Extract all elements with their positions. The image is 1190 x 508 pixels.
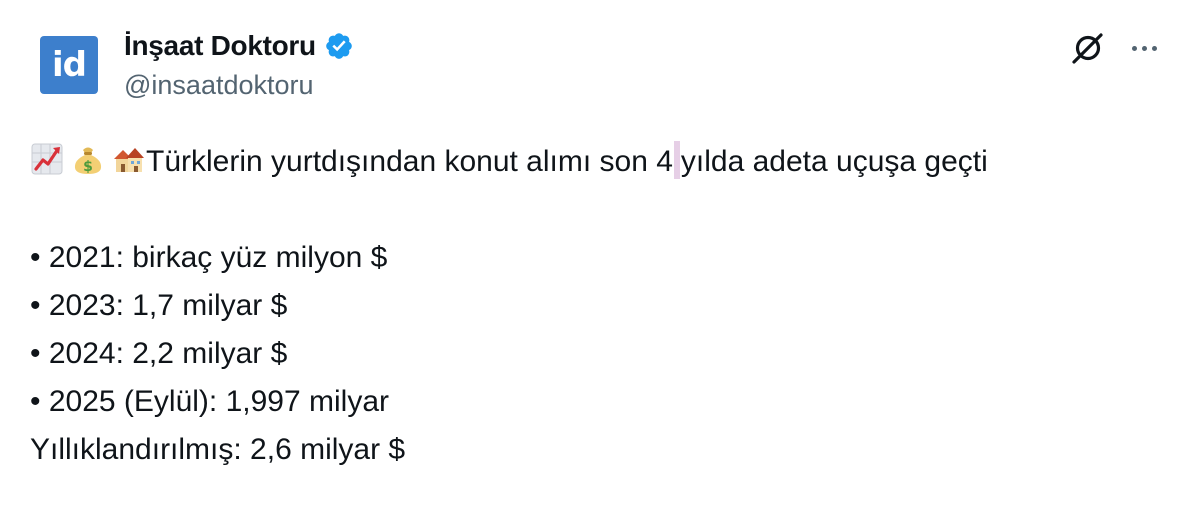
list-item: • 2025 (Eylül): 1,997 milyar: [30, 385, 389, 418]
tweet-card: id İnşaat Doktoru @insaatdoktoru $ Türkl…: [0, 0, 1190, 508]
text-cursor: [673, 141, 680, 179]
annualized-line: Yıllıklandırılmış: 2,6 milyar $: [30, 433, 406, 466]
display-name[interactable]: İnşaat Doktoru: [124, 30, 316, 62]
headline-text-1: Türklerin yurtdışından konut alımı son 4: [146, 145, 673, 178]
tweet-text: $ Türklerin yurtdışından konut alımı son…: [30, 138, 1170, 474]
chart-increasing-emoji: [31, 143, 63, 175]
grok-button[interactable]: [1068, 28, 1108, 68]
more-button[interactable]: [1124, 28, 1164, 68]
avatar[interactable]: id: [40, 36, 98, 94]
houses-emoji: [114, 148, 144, 172]
list-item: • 2023: 1,7 milyar $: [30, 289, 288, 322]
author-name-row: İnşaat Doktoru: [124, 28, 354, 64]
grok-icon: [1072, 33, 1103, 64]
list-item: • 2024: 2,2 milyar $: [30, 337, 288, 370]
more-icon: [1131, 45, 1157, 51]
svg-text:$: $: [83, 159, 93, 175]
avatar-text: id: [52, 45, 87, 85]
author-handle[interactable]: @insaatdoktoru: [124, 70, 314, 101]
money-bag-emoji: $: [74, 147, 102, 175]
tweet-headline: $ Türklerin yurtdışından konut alımı son…: [30, 138, 1170, 186]
list-item: • 2021: birkaç yüz milyon $: [30, 241, 388, 274]
headline-text-2: yılda adeta uçuşa geçti: [680, 145, 988, 178]
verified-badge-icon: [326, 33, 352, 59]
